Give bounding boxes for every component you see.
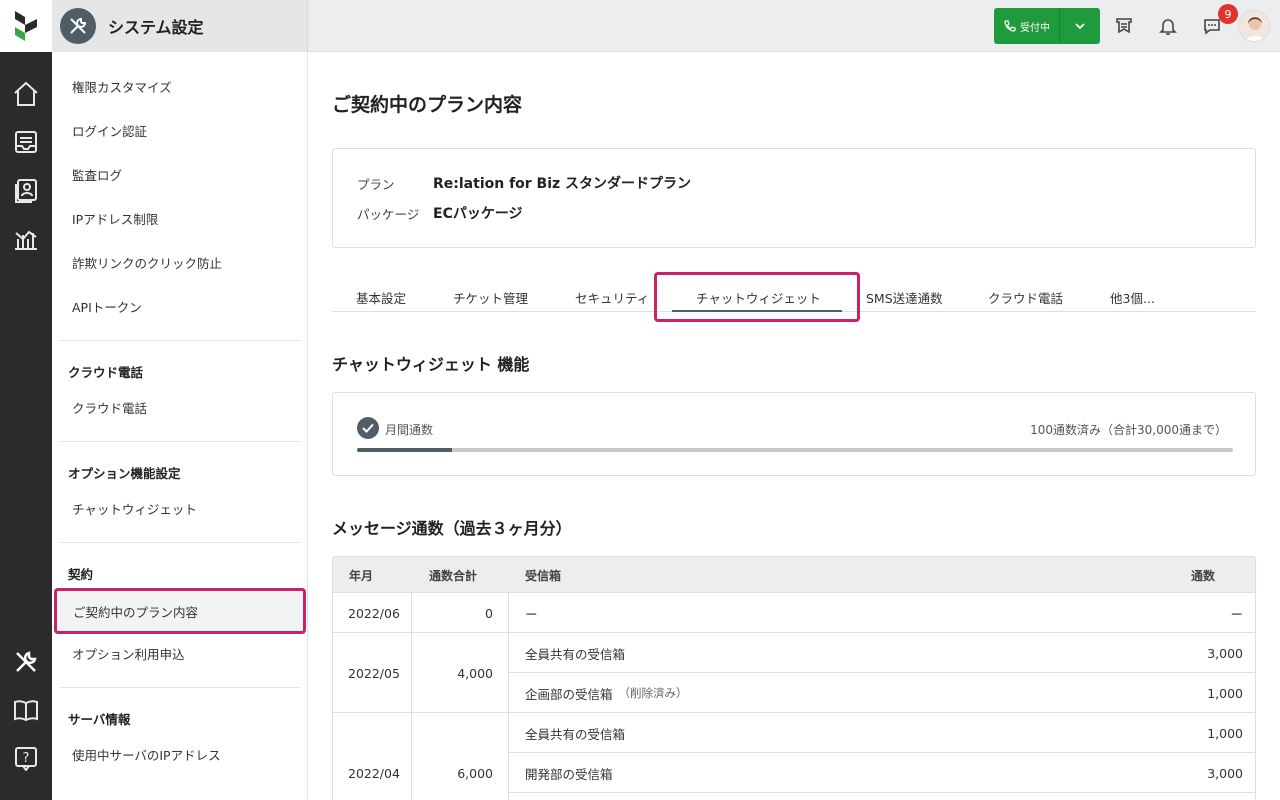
icon-rail: ?	[0, 0, 52, 800]
notification-badge: 9	[1218, 4, 1238, 24]
usage-progress-fill	[357, 448, 452, 452]
menu-item-phishing-link[interactable]: 詐欺リンクのクリック防止	[72, 256, 222, 272]
menu-item-ip-restriction[interactable]: IPアドレス制限	[72, 212, 158, 228]
package-value: ECパッケージ	[433, 206, 523, 222]
table-cell-inbox: 企画部の受信箱 （削除済み）	[525, 673, 688, 713]
contacts-icon[interactable]	[10, 174, 42, 206]
menu-heading-options: オプション機能設定	[68, 466, 181, 481]
tab-active-underline	[672, 310, 842, 312]
phone-status-main[interactable]: 受付中	[994, 8, 1060, 44]
user-avatar[interactable]	[1238, 10, 1270, 42]
table-cell-inbox: 全員共有の受信箱	[525, 726, 626, 742]
column-header-inbox: 受信箱	[525, 568, 562, 583]
usage-card: 月間通数 100通数済み（合計30,000通まで）	[332, 392, 1256, 476]
menu-item-chat-widget[interactable]: チャットウィジェット	[72, 502, 197, 518]
bell-icon[interactable]	[1154, 12, 1182, 40]
phone-status-button[interactable]: 受付中	[994, 8, 1100, 44]
table-cell-inbox: 全員共有の受信箱	[525, 646, 626, 662]
deleted-note: （削除済み）	[618, 686, 688, 700]
inbox-name: 企画部の受信箱	[525, 686, 613, 702]
table-cell-count: 3,000	[1207, 765, 1243, 781]
usage-count: 100通数済み（合計30,000通まで）	[1030, 423, 1227, 437]
app-logo[interactable]	[0, 0, 52, 52]
table-cell-count: 1,000	[1207, 725, 1243, 741]
menu-item-permissions[interactable]: 権限カスタマイズ	[72, 80, 172, 96]
table-cell-count: 3,000	[1207, 645, 1243, 661]
menu-divider	[60, 340, 300, 341]
plan-summary-card: プラン Re:lation for Biz スタンダードプラン パッケージ EC…	[332, 148, 1256, 248]
plan-tabs: 基本設定 チケット管理 セキュリティ チャットウィジェット SMS送達通数 クラ…	[332, 272, 1256, 322]
package-label: パッケージ	[357, 206, 420, 222]
home-icon[interactable]	[10, 78, 42, 110]
phone-icon	[1004, 20, 1016, 32]
tab-basic-settings[interactable]: 基本設定	[356, 288, 406, 307]
tab-cloud-phone[interactable]: クラウド電話	[988, 288, 1063, 307]
menu-item-current-plan[interactable]: ご契約中のプラン内容	[54, 588, 306, 634]
message-count-table: 年月 通数合計 受信箱 通数 2022/06 0 ー ー 2022/05 4,0…	[332, 556, 1256, 800]
phone-status-label: 受付中	[1020, 22, 1050, 34]
announcement-icon[interactable]	[1110, 12, 1138, 40]
chevron-down-icon	[1075, 23, 1085, 30]
top-bar: システム設定 受付中 9	[52, 0, 1280, 52]
table-cell-count: ー	[1230, 606, 1243, 622]
table-cell-count: 1,000	[1207, 685, 1243, 701]
table-cell-total: 4,000	[457, 665, 493, 681]
tab-more[interactable]: 他3個...	[1110, 288, 1155, 307]
table-cell-total: 0	[485, 605, 493, 621]
analytics-icon[interactable]	[10, 222, 42, 254]
usage-label: 月間通数	[385, 423, 434, 437]
table-cell-month: 2022/05	[348, 665, 400, 681]
menu-divider	[60, 542, 300, 543]
usage-progress-bar	[357, 448, 1233, 452]
menu-divider	[60, 687, 300, 688]
plan-value: Re:lation for Biz スタンダードプラン	[433, 176, 692, 192]
table-cell-month: 2022/04	[348, 765, 400, 781]
svg-text:?: ?	[23, 751, 30, 766]
tab-security[interactable]: セキュリティ	[575, 288, 649, 307]
page-title: ご契約中のプラン内容	[332, 94, 523, 116]
settings-menu: 権限カスタマイズ ログイン認証 監査ログ IPアドレス制限 詐欺リンクのクリック…	[52, 52, 308, 800]
menu-item-cloud-phone[interactable]: クラウド電話	[72, 401, 147, 417]
tab-sms[interactable]: SMS送達通数	[866, 288, 943, 307]
menu-item-login-auth[interactable]: ログイン認証	[72, 124, 147, 140]
menu-heading-cloud-phone: クラウド電話	[68, 365, 144, 380]
phone-status-dropdown[interactable]	[1060, 22, 1100, 30]
feature-section-title: チャットウィジェット 機能	[332, 355, 530, 374]
tab-chat-widget[interactable]: チャットウィジェット	[696, 288, 821, 307]
column-header-total: 通数合計	[429, 568, 478, 583]
settings-tools-icon	[60, 8, 96, 44]
column-header-month: 年月	[349, 568, 374, 583]
column-header-count: 通数	[1191, 568, 1216, 583]
table-cell-inbox: ー	[525, 606, 538, 622]
table-cell-inbox: 開発部の受信箱	[525, 766, 613, 782]
main-content: ご契約中のプラン内容 プラン Re:lation for Biz スタンダードプ…	[308, 52, 1280, 800]
settings-tools-icon[interactable]	[10, 646, 42, 678]
menu-divider	[60, 441, 300, 442]
logo-icon	[15, 11, 37, 41]
table-gridline	[411, 593, 412, 800]
section-title: システム設定	[108, 18, 204, 37]
table-cell-total: 6,000	[457, 765, 493, 781]
table-cell-month: 2022/06	[348, 605, 400, 621]
plan-label: プラン	[357, 176, 395, 192]
manual-book-icon[interactable]	[10, 694, 42, 726]
tab-ticket-management[interactable]: チケット管理	[453, 288, 528, 307]
menu-heading-contract: 契約	[68, 567, 94, 582]
check-circle-icon	[357, 417, 379, 439]
section-header: システム設定	[52, 0, 308, 52]
help-icon[interactable]: ?	[10, 742, 42, 774]
menu-item-server-ip[interactable]: 使用中サーバのIPアドレス	[72, 748, 221, 764]
menu-item-api-token[interactable]: APIトークン	[72, 300, 142, 316]
menu-item-audit-log[interactable]: 監査ログ	[72, 168, 122, 184]
menu-item-option-apply[interactable]: オプション利用申込	[72, 647, 185, 663]
messages-section-title: メッセージ通数（過去３ヶ月分）	[332, 519, 572, 538]
menu-heading-server: サーバ情報	[68, 712, 131, 727]
table-gridline	[508, 593, 509, 800]
inbox-icon[interactable]	[10, 126, 42, 158]
